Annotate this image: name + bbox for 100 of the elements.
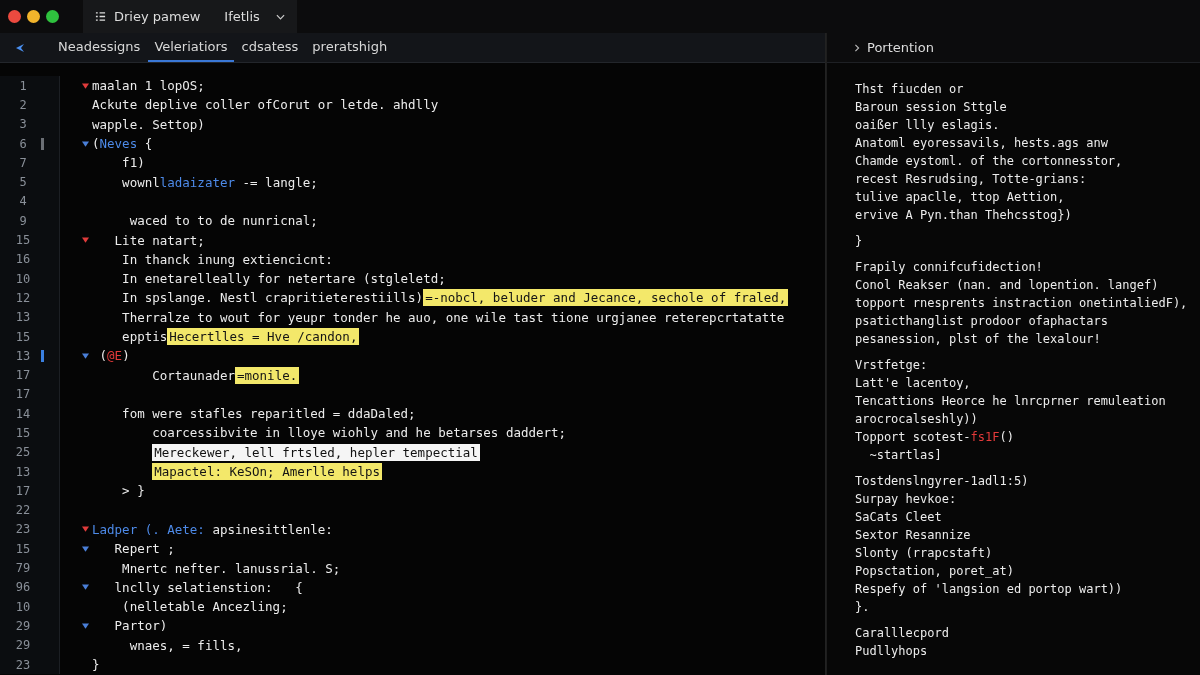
maximize-button[interactable] [46,10,59,23]
code-text: -= langle; [241,174,318,190]
window-tab[interactable]: Driey pamew [83,0,213,33]
highlighted-code: =monile. [235,366,300,384]
code-text: waced to to de nunricnal; [128,213,318,229]
editor-tab[interactable]: Neadessigns [52,33,147,62]
panel-text: Respefy of 'langsion ed portop wart)) [855,582,1123,596]
panel-text: }. [855,600,870,614]
code-text: In spslange. Nestl crapritieterestiills) [121,290,424,306]
line-number: 3 [18,117,28,132]
panel-text: Latt'e lacentoy, [855,376,971,390]
line-number: 2 [18,97,28,112]
editor-tab[interactable]: cdsatess [235,33,305,62]
panel-text: arocrocalseshly)) [855,412,978,426]
panel-text: Surpay hevkoe: [855,492,957,506]
panel-text: Sextor Resannize [855,528,971,542]
editor-tab[interactable]: preratshigh [306,33,394,62]
line-number: 14 [14,406,32,421]
highlighted-code: Hecertlles = Hve /candon, [167,328,360,345]
fold-icon[interactable] [82,584,89,591]
panel-text: Topport scotest- [855,430,971,444]
line-number: 16 [14,252,32,267]
code-text: ( [98,348,108,364]
code-text: coarcessibvite in lloye wiohly and he betarses daddert; [151,425,567,441]
line-number: 6 [18,136,28,151]
panel-text: Popsctation, poret_at) [855,564,1014,578]
code-text: ( [92,136,100,152]
window-tab[interactable]: Ifetlis [212,0,297,33]
code-text: Therralze to wout for yeupr tonder he auo, one wile tast tione urgjanee reterepcrtatatte [121,309,785,325]
code-text: Repert ; [113,541,175,557]
chevron-down-icon [275,13,285,20]
panel-text: pesanession, plst of the lexalour! [855,332,1101,346]
code-text: Partor) [113,618,168,634]
code-text: maalan 1 lopOS; [92,78,205,94]
line-number: 1 [18,78,28,93]
code-text: wnaes, = fills, [128,637,243,653]
panel-text: topport rnesprents instraction onetintaliedF), [855,296,1188,310]
panel-text: Chamde eystoml. of the cortonnesstor, [855,154,1123,168]
editor-tab[interactable]: Veleriatiors [148,33,234,62]
code-text: ladaizater [159,174,235,190]
line-number: 13 [14,348,32,363]
line-number: 17 [14,387,32,402]
fold-icon[interactable] [82,237,89,243]
fold-icon[interactable] [82,622,89,629]
line-number: 23 [14,657,32,672]
panel-text: recest Resrudsing, Totte-grians: [855,172,1087,186]
code-text: (nelletable Ancezling; [121,599,288,615]
panel-text: Vrstfetge: [855,358,928,372]
panel-text: tulive apaclle, ttop Aettion, [855,190,1065,204]
code-text: apsinesittlenle: [211,521,333,537]
code-text: > } [121,483,145,499]
code-text: @E [107,348,123,364]
highlighted-code: Mereckewer, lell frtsled, hepler tempectial [152,443,480,461]
highlighted-code: =-nobcl, beluder and Jecance, sechole of fraled, [423,289,789,307]
code-text: } [92,657,100,673]
line-number: 22 [14,503,32,518]
code-text: epptis [121,329,168,344]
panel-text: Tostdenslngyrer-1adl1:5) [855,474,1029,488]
list-icon [95,11,106,22]
minimize-button[interactable] [27,10,40,23]
close-button[interactable] [8,10,21,23]
line-number: 79 [14,561,32,576]
line-number: 15 [14,233,32,247]
line-number: 10 [14,599,32,614]
fold-icon[interactable] [82,545,89,552]
line-number: 9 [18,213,28,228]
fold-icon[interactable] [82,82,89,89]
panel-text: Tencattions Heorce he lnrcprner remuleation [855,394,1166,408]
line-number: 15 [14,329,32,344]
panel-text: Pudllyhops [855,644,928,658]
code-text: lnclly selatienstion: { [113,579,303,595]
fold-icon[interactable] [82,526,89,533]
code-text: wapple. Settop) [92,116,205,132]
panel-text: Frapily connifcufidection! [855,260,1043,274]
line-number: 7 [18,155,28,170]
panel-text: Anatoml eyoressavils, hests.ags anw [855,136,1108,150]
line-number: 4 [18,194,28,209]
panel-text: Caralllecpord [855,626,949,640]
line-number: 10 [14,271,32,286]
line-number: 15 [14,426,32,440]
code-text: f1) [121,155,145,171]
line-number: 96 [14,580,32,595]
line-number: 15 [14,541,32,556]
panel-text: Thst fiucden or [855,82,964,96]
code-text: In thanck inung extiencicnt: [121,251,333,267]
panel-text: ~startlas] [868,448,942,462]
line-number: 29 [14,638,32,653]
code-text: wownl [121,174,160,190]
chevron-icon[interactable] [853,43,861,52]
panel-text: Conol Reakser (nan. and lopention. langef) [855,278,1159,292]
fold-icon[interactable] [82,140,89,147]
panel-text: oaißer llly eslagis. [855,118,1000,132]
code-text: { [143,136,153,152]
arrow-left-icon[interactable] [14,42,26,54]
line-number: 17 [14,368,32,383]
panel-title: Portention [867,40,934,55]
fold-icon[interactable] [82,352,89,359]
code-text: Mnertc nefter. lanussrial. S; [121,560,341,576]
line-number: 13 [14,464,32,479]
panel-text: ervive A Pyn.than Thehcsstog}) [855,208,1072,222]
